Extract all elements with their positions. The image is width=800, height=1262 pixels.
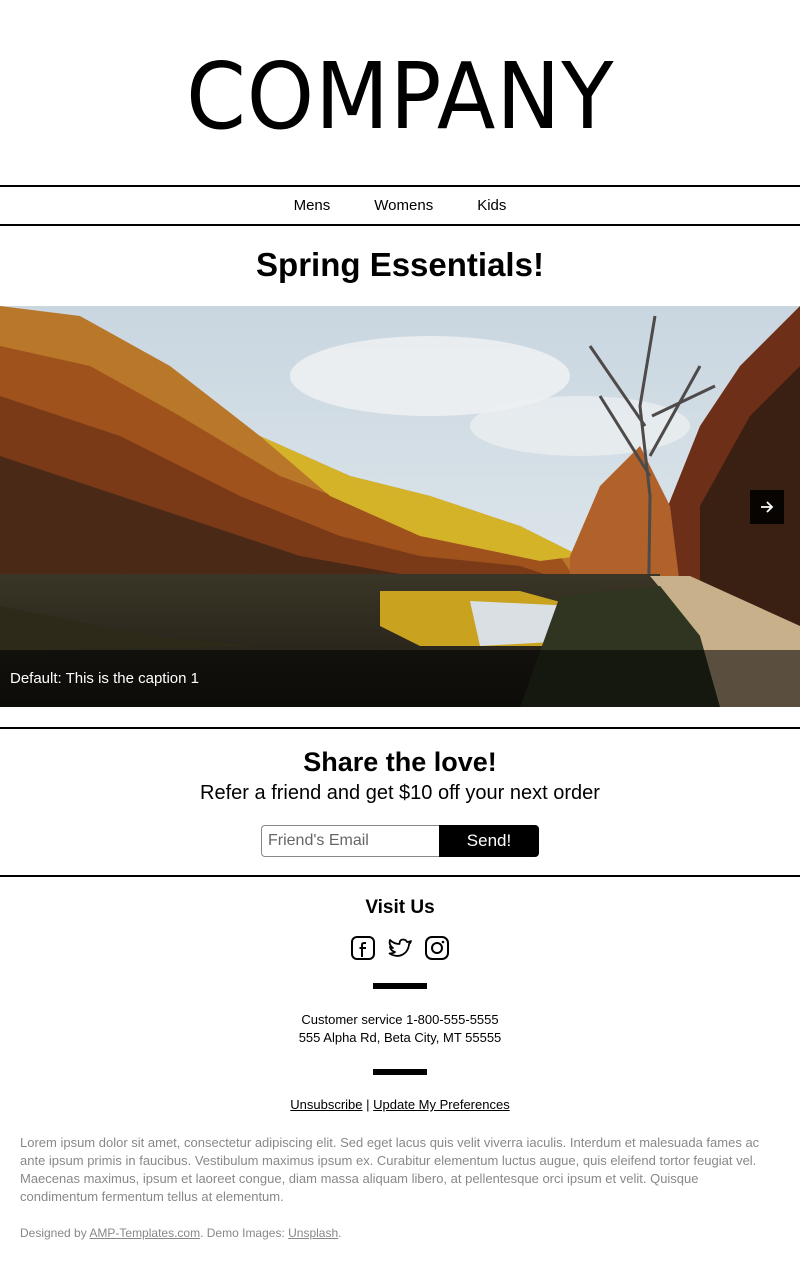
facebook-icon[interactable]	[350, 935, 376, 961]
update-preferences-link[interactable]: Update My Preferences	[373, 1097, 510, 1112]
credits-middle: . Demo Images:	[200, 1226, 289, 1240]
share-section: Share the love! Refer a friend and get $…	[0, 727, 800, 877]
customer-service: Customer service 1-800-555-5555	[301, 1012, 499, 1027]
footer-divider	[373, 1069, 427, 1075]
image-carousel[interactable]: Default: This is the caption 1	[0, 306, 800, 707]
social-links	[0, 935, 800, 961]
address: 555 Alpha Rd, Beta City, MT 55555	[298, 1030, 502, 1045]
referral-form: Send!	[0, 825, 800, 857]
footer-credits: Designed by AMP-Templates.com. Demo Imag…	[0, 1226, 800, 1240]
credits-suffix: .	[338, 1226, 342, 1240]
nav-item-mens[interactable]: Mens	[294, 197, 331, 214]
unsubscribe-link[interactable]: Unsubscribe	[290, 1097, 362, 1112]
hero-title: Spring Essentials!	[256, 246, 544, 283]
unsplash-link[interactable]: Unsplash	[288, 1226, 338, 1240]
friend-email-input[interactable]	[261, 825, 439, 857]
footer-divider	[373, 983, 427, 989]
twitter-icon[interactable]	[387, 935, 413, 961]
visit-us-title: Visit Us	[365, 897, 435, 918]
email-preferences-links: Unsubscribe | Update My Preferences	[0, 1097, 800, 1112]
carousel-caption-bar: Default: This is the caption 1	[0, 650, 800, 707]
contact-info: Customer service 1-800-555-5555 555 Alph…	[0, 1011, 800, 1047]
carousel-caption: Default: This is the caption 1	[10, 670, 199, 687]
instagram-icon[interactable]	[424, 935, 450, 961]
link-separator: |	[362, 1097, 374, 1112]
header: COMPANY	[0, 0, 800, 185]
footer: Visit Us Customer service 1-800-555-5555…	[0, 877, 800, 1240]
company-logo[interactable]: COMPANY	[186, 50, 614, 143]
nav-item-womens[interactable]: Womens	[374, 197, 433, 214]
arrow-right-icon	[761, 501, 774, 513]
share-title: Share the love!	[303, 747, 497, 777]
amp-templates-link[interactable]: AMP-Templates.com	[89, 1226, 200, 1240]
credits-prefix: Designed by	[20, 1226, 90, 1240]
send-button[interactable]: Send!	[439, 825, 539, 857]
main-nav: Mens Womens Kids	[0, 185, 800, 226]
footer-legal-text: Lorem ipsum dolor sit amet, consectetur …	[20, 1135, 760, 1204]
nav-item-kids[interactable]: Kids	[477, 197, 506, 214]
carousel-image	[0, 306, 800, 707]
share-subtitle: Refer a friend and get $10 off your next…	[200, 782, 600, 804]
carousel-next-button[interactable]	[750, 490, 784, 524]
